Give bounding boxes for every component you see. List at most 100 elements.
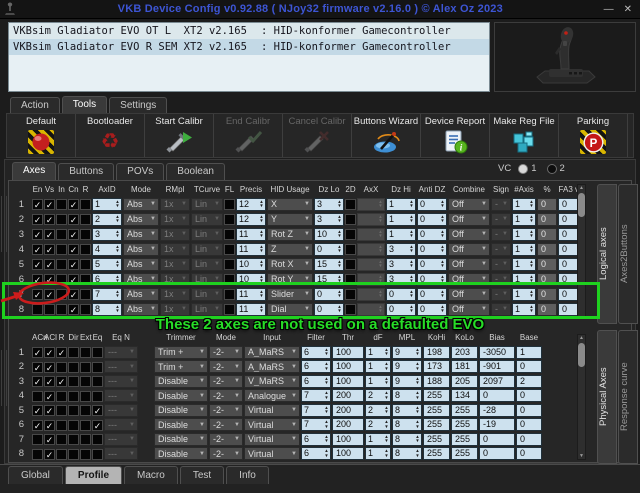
device-report-button[interactable]: Device Reporti <box>421 114 490 157</box>
kolo-field[interactable]: 134 <box>451 389 478 402</box>
dz-hi-spinner[interactable]: 1▲▼ <box>386 198 416 211</box>
percent-field[interactable]: 0 <box>537 288 557 301</box>
trimmer-dropdown[interactable]: Disable▼ <box>154 389 208 402</box>
eq-checkbox[interactable]: ✓ <box>92 420 103 431</box>
device-list-item[interactable]: VKBsim Gladiator EVO R SEM XT2 v2.165: H… <box>9 39 489 55</box>
anti-dz-spinner[interactable]: 0▲▼ <box>417 273 447 286</box>
percent-field[interactable]: 0 <box>537 213 557 226</box>
tab-action[interactable]: Action <box>10 97 60 114</box>
fl-checkbox[interactable] <box>224 304 235 315</box>
trimmer-dropdown[interactable]: Disable▼ <box>154 447 208 460</box>
input-dropdown[interactable]: A_MaRS▼ <box>244 360 300 373</box>
eq-checkbox[interactable]: ✓ <box>92 405 103 416</box>
percent-field[interactable]: 0 <box>537 303 557 316</box>
combine-dropdown[interactable]: Off▼ <box>448 303 490 316</box>
acn-checkbox[interactable] <box>32 434 43 445</box>
hid-usage-dropdown[interactable]: Dial▼ <box>267 303 313 316</box>
vc-option-2[interactable]: 2 <box>547 163 565 174</box>
en-checkbox[interactable]: ✓ <box>32 244 43 255</box>
dz-lo-spinner[interactable]: 0▲▼ <box>314 303 344 316</box>
r-checkbox[interactable] <box>56 449 67 460</box>
df-spinner[interactable]: 1▲▼ <box>365 360 391 373</box>
thr-field[interactable]: 100 <box>332 346 364 359</box>
cn-checkbox[interactable]: ✓ <box>68 259 79 270</box>
trimmer-dropdown[interactable]: Disable▼ <box>154 433 208 446</box>
kolo-field[interactable]: 203 <box>451 346 478 359</box>
in-checkbox[interactable] <box>56 229 67 240</box>
hid-usage-dropdown[interactable]: Z▼ <box>267 243 313 256</box>
fl-checkbox[interactable] <box>224 244 235 255</box>
percent-field[interactable]: 0 <box>537 198 557 211</box>
vc-radio-1[interactable] <box>518 164 528 174</box>
vc-option-1[interactable]: 1 <box>518 163 536 174</box>
r-checkbox[interactable] <box>80 274 91 285</box>
dir-checkbox[interactable] <box>68 449 79 460</box>
axid-spinner[interactable]: 4▲▼ <box>92 243 122 256</box>
minimize-button[interactable]: — <box>604 4 614 15</box>
cn-checkbox[interactable]: ✓ <box>68 304 79 315</box>
in-checkbox[interactable] <box>56 289 67 300</box>
dz-hi-spinner[interactable]: 0▲▼ <box>386 303 416 316</box>
mode-dropdown[interactable]: Abs▼ <box>123 303 159 316</box>
dz-hi-spinner[interactable]: 3▲▼ <box>386 258 416 271</box>
dz-hi-spinner[interactable]: 0▲▼ <box>386 288 416 301</box>
r-checkbox[interactable] <box>56 420 67 431</box>
dz-hi-spinner[interactable]: 1▲▼ <box>386 228 416 241</box>
precis-spinner[interactable]: 11▲▼ <box>236 288 266 301</box>
filter-spinner[interactable]: 6▲▼ <box>301 447 331 460</box>
ext-checkbox[interactable] <box>80 376 91 387</box>
vs-checkbox[interactable]: ✓ <box>44 214 55 225</box>
en-checkbox[interactable]: ✓ <box>32 214 43 225</box>
acn-checkbox[interactable] <box>32 449 43 460</box>
vc-radio-2[interactable] <box>547 164 557 174</box>
mpl-spinner[interactable]: 8▲▼ <box>392 404 422 417</box>
acn-checkbox[interactable]: ✓ <box>32 405 43 416</box>
en-checkbox[interactable]: ✓ <box>32 229 43 240</box>
in-checkbox[interactable] <box>56 304 67 315</box>
percent-field[interactable]: 0 <box>537 258 557 271</box>
thr-field[interactable]: 100 <box>332 375 364 388</box>
thr-field[interactable]: 200 <box>332 418 364 431</box>
acn-checkbox[interactable]: ✓ <box>32 362 43 373</box>
dir-checkbox[interactable] <box>68 420 79 431</box>
input-dropdown[interactable]: Virtual▼ <box>244 404 300 417</box>
eq-checkbox[interactable] <box>92 347 103 358</box>
base-field[interactable]: 0 <box>516 389 542 402</box>
2d-checkbox[interactable] <box>345 289 356 300</box>
dz-hi-spinner[interactable]: 3▲▼ <box>386 243 416 256</box>
tab-global[interactable]: Global <box>8 466 63 484</box>
kolo-field[interactable]: 255 <box>451 433 478 446</box>
kohi-field[interactable]: 198 <box>423 346 450 359</box>
2d-checkbox[interactable] <box>345 244 356 255</box>
mpl-spinner[interactable]: 8▲▼ <box>392 433 422 446</box>
kohi-field[interactable]: 255 <box>423 389 450 402</box>
hid-usage-dropdown[interactable]: Slider▼ <box>267 288 313 301</box>
cn-checkbox[interactable]: ✓ <box>68 214 79 225</box>
anti-dz-spinner[interactable]: 0▲▼ <box>417 228 447 241</box>
r-checkbox[interactable] <box>80 229 91 240</box>
ext-checkbox[interactable] <box>80 391 91 402</box>
anti-dz-spinner[interactable]: 0▲▼ <box>417 303 447 316</box>
base-field[interactable]: 2 <box>516 375 542 388</box>
tab-povs[interactable]: POVs <box>116 163 164 180</box>
kolo-field[interactable]: 255 <box>451 447 478 460</box>
dz-lo-spinner[interactable]: 0▲▼ <box>314 243 344 256</box>
en-checkbox[interactable]: ✓ <box>32 289 43 300</box>
mode-dropdown[interactable]: Abs▼ <box>123 273 159 286</box>
mpl-spinner[interactable]: 8▲▼ <box>392 389 422 402</box>
combine-dropdown[interactable]: Off▼ <box>448 273 490 286</box>
kohi-field[interactable]: 188 <box>423 375 450 388</box>
input-dropdown[interactable]: Virtual▼ <box>244 433 300 446</box>
bias-field[interactable]: 0 <box>479 433 515 446</box>
thr-field[interactable]: 200 <box>332 404 364 417</box>
tab-tools[interactable]: Tools <box>62 96 107 114</box>
acl-checkbox[interactable]: ✓ <box>44 347 55 358</box>
dz-hi-spinner[interactable]: 1▲▼ <box>386 213 416 226</box>
side-tab-axes2buttons[interactable]: Axes2Buttons <box>618 184 638 324</box>
num-axis-spinner[interactable]: 1▲▼ <box>512 198 536 211</box>
in-checkbox[interactable] <box>56 274 67 285</box>
combine-dropdown[interactable]: Off▼ <box>448 213 490 226</box>
base-field[interactable]: 1 <box>516 346 542 359</box>
tab-settings[interactable]: Settings <box>109 97 167 114</box>
vs-checkbox[interactable]: ✓ <box>44 289 55 300</box>
